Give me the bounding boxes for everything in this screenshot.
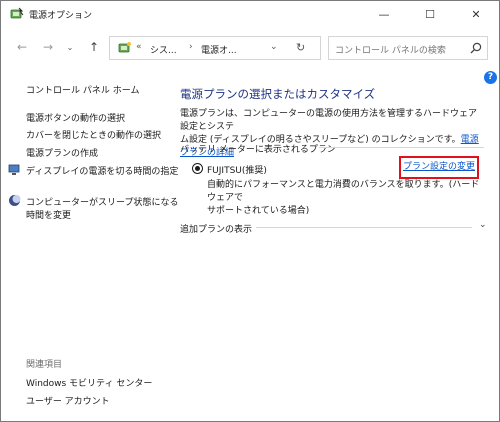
sleep-moon-icon — [9, 195, 21, 206]
plan-description-line1: 自動的にパフォーマンスと電力消費のバランスを取ります。(ハードウェアで — [207, 180, 480, 203]
plan-name-fujitsu[interactable]: FUJITSU(推奨) — [207, 163, 267, 176]
address-bar[interactable]: « シス... › 電源オ... ⌄ ↻ — [109, 36, 321, 60]
plan-radio-fujitsu[interactable] — [192, 163, 203, 174]
change-plan-settings-link[interactable]: プラン設定の変更 — [399, 156, 479, 179]
sidebar-item-display-off-time[interactable]: ディスプレイの電源を切る時間の指定 — [26, 164, 178, 177]
description-line1: 電源プランは、コンピューターの電源の使用方法を管理するハードウェア設定とシステ — [180, 109, 478, 132]
forward-button[interactable]: → — [39, 38, 57, 56]
battery-meter-plans-heading: バッテリ メーターに表示されるプラン — [180, 145, 336, 155]
recent-locations-button[interactable]: ⌄ — [61, 38, 79, 56]
maximize-button[interactable]: ☐ — [407, 1, 453, 27]
power-options-icon — [10, 7, 24, 19]
breadcrumb-power-options[interactable]: 電源オ... — [201, 43, 237, 56]
refresh-icon[interactable]: ↻ — [296, 41, 305, 54]
page-title: 電源プランの選択またはカスタマイズ — [180, 87, 376, 101]
radio-selected-dot — [195, 166, 200, 171]
back-button[interactable]: ← — [13, 38, 31, 56]
search-input[interactable]: コントロール パネルの検索 — [328, 36, 488, 60]
up-button[interactable]: ↑ — [85, 38, 103, 56]
related-item-user-accounts[interactable]: ユーザー アカウント — [26, 394, 110, 407]
related-heading: 関連項目 — [26, 360, 63, 370]
sidebar-item-create-plan[interactable]: 電源プランの作成 — [26, 146, 98, 159]
minimize-button[interactable]: — — [361, 1, 407, 27]
sidebar-item-power-button-action[interactable]: 電源ボタンの動作の選択 — [26, 111, 125, 124]
power-options-window: 電源オプション — ☐ ✕ ← → ⌄ ↑ « シス... › 電源オ... ⌄… — [0, 0, 500, 422]
sidebar: コントロール パネル ホーム 電源ボタンの動作の選択 カバーを閉じたときの動作の… — [1, 71, 178, 421]
address-overflow-icon[interactable]: « — [136, 42, 142, 52]
search-icon[interactable] — [469, 41, 483, 55]
close-icon: ✕ — [471, 7, 481, 21]
chevron-down-icon[interactable]: ⌄ — [479, 220, 487, 230]
additional-plans-divider — [256, 227, 472, 228]
address-dropdown-icon[interactable]: ⌄ — [270, 42, 278, 52]
breadcrumb-separator-icon[interactable]: › — [189, 42, 193, 52]
close-button[interactable]: ✕ — [453, 1, 499, 27]
arrow-right-icon: → — [42, 40, 54, 54]
title-bar: 電源オプション — ☐ ✕ — [1, 1, 499, 27]
display-shield-icon — [8, 164, 20, 175]
plan-description-line2: サポートされている場合) — [207, 206, 310, 216]
minimize-icon: — — [378, 7, 390, 21]
plan-description: 自動的にパフォーマンスと電力消費のバランスを取ります。(ハードウェアで サポート… — [207, 179, 487, 218]
group-divider — [319, 147, 484, 148]
help-icon[interactable]: ? — [484, 71, 497, 84]
search-placeholder: コントロール パネルの検索 — [335, 46, 446, 56]
chevron-down-icon: ⌄ — [66, 42, 74, 52]
related-item-mobility-center[interactable]: Windows モビリティ センター — [26, 376, 152, 389]
breadcrumb-system[interactable]: シス... — [150, 43, 177, 56]
maximize-icon: ☐ — [425, 7, 435, 21]
window-title: 電源オプション — [29, 11, 93, 21]
sidebar-item-sleep-time[interactable]: コンピューターがスリープ状態になる — [26, 195, 178, 208]
control-panel-icon — [118, 42, 131, 53]
sidebar-item-sleep-time-line1: コンピューターがスリープ状態になる — [26, 198, 179, 208]
arrow-up-icon: ↑ — [88, 40, 100, 54]
show-additional-plans[interactable]: 追加プランの表示 — [180, 222, 252, 235]
arrow-left-icon: ← — [16, 40, 28, 54]
navigation-bar: ← → ⌄ ↑ « シス... › 電源オ... ⌄ ↻ コントロール パネルの… — [1, 31, 499, 63]
sidebar-item-lid-close-action[interactable]: カバーを閉じたときの動作の選択 — [26, 128, 161, 141]
sidebar-item-sleep-time-line2[interactable]: 時間を変更 — [26, 208, 71, 221]
sidebar-item-control-panel-home[interactable]: コントロール パネル ホーム — [26, 83, 139, 96]
